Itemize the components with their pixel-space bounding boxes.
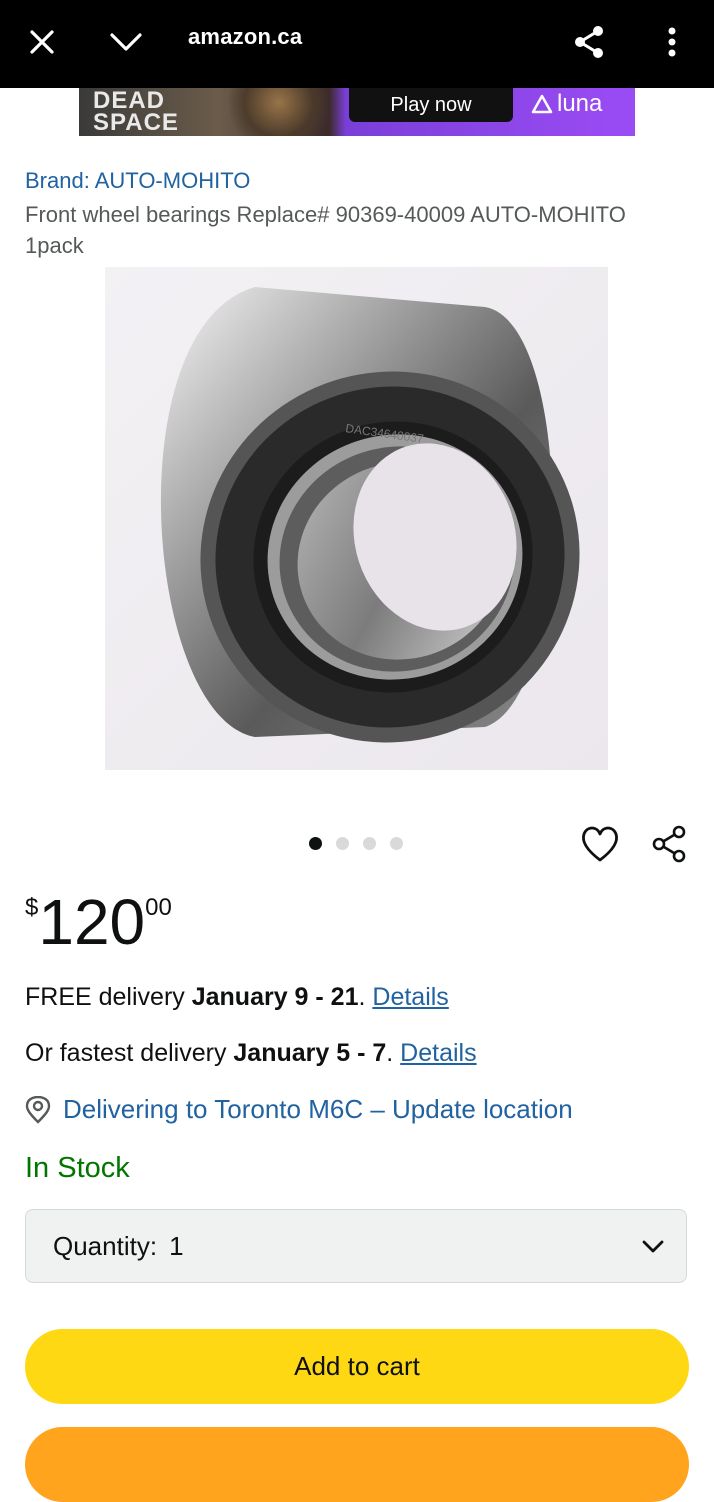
carousel-dot[interactable] [363,837,376,850]
product-title: Front wheel bearings Replace# 90369-4000… [25,202,626,258]
free-delivery-period: . [358,983,373,1011]
share-icon[interactable] [565,18,613,66]
ad-banner[interactable]: DEAD SPACE Play now luna [79,88,635,136]
more-vert-icon[interactable] [648,18,696,66]
image-carousel-dots[interactable] [309,837,403,850]
carousel-dot[interactable] [309,837,322,850]
ad-luna-logo: luna [531,90,602,118]
price-whole: 120 [38,886,146,958]
browser-toolbar: amazon.ca [0,0,714,88]
ad-play-now-button[interactable]: Play now [349,88,513,122]
fastest-delivery-prefix: Or fastest delivery [25,1039,234,1067]
buy-now-button[interactable] [25,1427,689,1502]
quantity-label: Quantity: [53,1230,158,1261]
ad-character-image [219,88,339,136]
free-delivery-details-link[interactable]: Details [372,983,448,1011]
carousel-dot[interactable] [390,837,403,850]
fastest-delivery-details-link[interactable]: Details [400,1039,476,1067]
delivery-location-text[interactable]: Delivering to Toronto M6C – Update locat… [63,1094,573,1125]
luna-triangle-icon [531,94,553,114]
fastest-delivery-period: . [386,1039,401,1067]
price-currency: $ [25,894,39,921]
fastest-delivery-line: Or fastest delivery January 5 - 7. Detai… [25,1039,477,1068]
close-icon[interactable] [18,18,66,66]
quantity-value: 1 [169,1230,184,1261]
add-to-cart-button[interactable]: Add to cart [25,1329,689,1404]
stock-status: In Stock [25,1152,130,1184]
free-delivery-prefix: FREE delivery [25,983,192,1011]
ad-game-logo: DEAD SPACE [93,88,179,136]
location-pin-icon [25,1095,51,1124]
free-delivery-dates: January 9 - 21 [191,983,359,1011]
wishlist-heart-icon[interactable] [578,822,622,866]
delivery-location-link[interactable]: Delivering to Toronto M6C – Update locat… [25,1094,573,1125]
wheel-bearing-illustration: DAC34640037 [160,287,580,743]
carousel-dot[interactable] [336,837,349,850]
brand-link[interactable]: Brand: AUTO-MOHITO [25,168,250,194]
quantity-dropdown[interactable]: Quantity: 1 [25,1209,687,1283]
chevron-down-icon[interactable] [102,18,150,66]
share-product-icon[interactable] [648,822,692,866]
product-price: $ 120 00 [25,884,172,960]
fastest-delivery-dates: January 5 - 7 [233,1039,387,1067]
free-delivery-line: FREE delivery January 9 - 21. Details [25,983,449,1012]
product-image[interactable]: DAC34640037 [105,267,608,770]
chevron-down-icon [642,1240,664,1253]
url-text[interactable]: amazon.ca [188,24,302,50]
ad-luna-text: luna [557,90,603,117]
price-fraction: 00 [145,894,172,921]
